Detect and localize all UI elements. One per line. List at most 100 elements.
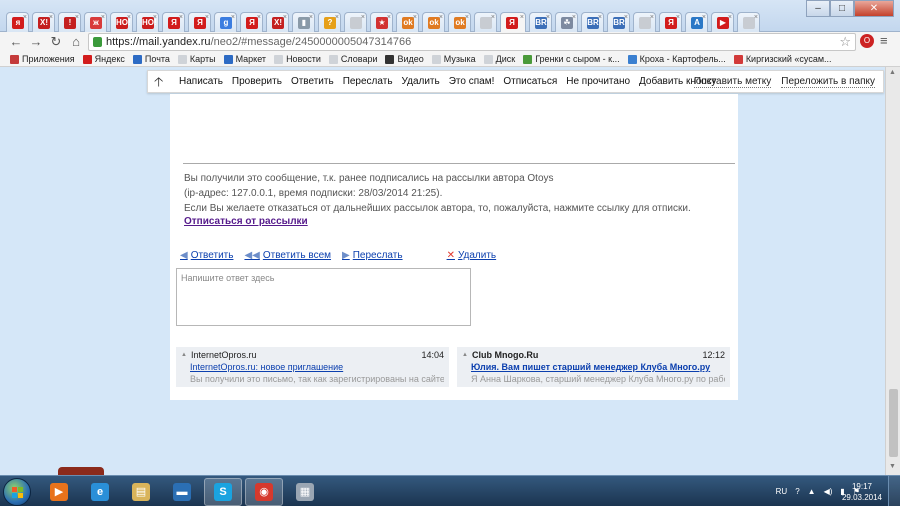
unsubscribe-link[interactable]: Отписаться от рассылки — [184, 216, 308, 227]
toolbar-dropdown-button[interactable]: Переложить в папку — [781, 76, 875, 88]
tab-close-icon[interactable]: × — [413, 14, 417, 21]
tab-close-icon[interactable]: × — [491, 14, 495, 21]
minimize-icon[interactable]: – — [806, 0, 830, 17]
bookmark-star-icon[interactable]: ☆ — [839, 34, 851, 50]
forward-icon[interactable]: → — [28, 34, 44, 50]
bookmark-item[interactable]: Словари — [328, 54, 377, 64]
browser-tab[interactable]: BR × — [529, 12, 552, 32]
tab-close-icon[interactable]: × — [153, 14, 157, 21]
tab-close-icon[interactable]: × — [335, 14, 339, 21]
browser-tab[interactable]: HO! × — [110, 12, 133, 32]
bookmark-item[interactable]: Яндекс — [82, 54, 125, 64]
reply-all-button[interactable]: ◀◀ Ответить всем — [244, 250, 331, 261]
close-icon[interactable]: ✕ — [854, 0, 894, 17]
scroll-up-icon[interactable]: ▲ — [889, 69, 896, 76]
tab-close-icon[interactable]: × — [387, 14, 391, 21]
browser-tab[interactable]: ? × — [318, 12, 341, 32]
tab-close-icon[interactable]: × — [702, 14, 706, 21]
toolbar-action-button[interactable]: Написать — [179, 76, 223, 87]
tab-close-icon[interactable]: × — [283, 14, 287, 21]
tab-close-icon[interactable]: × — [49, 14, 53, 21]
tab-close-icon[interactable]: × — [257, 14, 261, 21]
tab-close-icon[interactable]: × — [676, 14, 680, 21]
tab-close-icon[interactable]: × — [728, 14, 732, 21]
browser-tab[interactable]: ж × — [84, 12, 107, 32]
toolbar-action-button[interactable]: Проверить — [232, 76, 282, 87]
back-icon[interactable]: ← — [8, 34, 24, 50]
maximize-icon[interactable]: □ — [830, 0, 854, 17]
tab-close-icon[interactable]: × — [754, 14, 758, 21]
tab-close-icon[interactable]: × — [179, 14, 183, 21]
reload-icon[interactable]: ↻ — [48, 34, 64, 50]
toolbar-action-button[interactable]: Это спам! — [449, 76, 495, 87]
bookmark-item[interactable]: Кроха - Картофель... — [627, 54, 726, 64]
tab-close-icon[interactable]: × — [101, 14, 105, 21]
promo-subject[interactable]: Юлия. Вам пишет старший менеджер Клуба М… — [462, 362, 725, 372]
browser-tab[interactable]: X! × — [32, 12, 55, 32]
taskbar-app[interactable]: ◉ — [245, 478, 283, 506]
help-icon[interactable]: ? — [795, 487, 799, 496]
tab-close-icon[interactable]: × — [231, 14, 235, 21]
browser-tab[interactable]: ok × — [448, 12, 471, 32]
start-button[interactable] — [3, 478, 31, 506]
tab-close-icon[interactable]: × — [75, 14, 79, 21]
arrow-up-icon[interactable]: ▲ — [808, 487, 816, 496]
tab-close-icon[interactable]: × — [309, 14, 313, 21]
taskbar-app[interactable]: e — [81, 478, 119, 506]
home-icon[interactable]: ⌂ — [68, 34, 84, 50]
related-message[interactable]: ▲ InternetOpros.ru 14:04 InternetOpros.ru:… — [176, 347, 449, 387]
browser-tab[interactable]: ok × — [396, 12, 419, 32]
volume-icon[interactable]: ◀) — [824, 487, 833, 496]
bookmark-item[interactable]: Музыка — [431, 54, 476, 64]
tab-close-icon[interactable]: × — [127, 14, 131, 21]
browser-tab[interactable]: ! × — [58, 12, 81, 32]
browser-tab[interactable]: ▮ × — [292, 12, 315, 32]
browser-tab[interactable]: BR × — [607, 12, 630, 32]
language-indicator[interactable]: RU — [776, 487, 788, 496]
browser-tab[interactable]: ▶ × — [711, 12, 734, 32]
toolbar-action-button[interactable]: Переслать — [343, 76, 393, 87]
reply-button[interactable]: ◀ Ответить — [180, 250, 233, 261]
browser-tab[interactable]: Я × — [659, 12, 682, 32]
tab-close-icon[interactable]: × — [361, 14, 365, 21]
forward-button[interactable]: ▶ Переслать — [342, 250, 403, 261]
tab-close-icon[interactable]: × — [650, 14, 654, 21]
scroll-down-icon[interactable]: ▼ — [889, 463, 896, 470]
browser-tab[interactable]: ☘ × — [555, 12, 578, 32]
browser-tab[interactable]: × — [474, 12, 497, 32]
browser-tab[interactable]: × — [633, 12, 656, 32]
toolbar-dropdown-button[interactable]: Поставить метку — [693, 76, 772, 88]
tab-close-icon[interactable]: × — [465, 14, 469, 21]
bookmark-item[interactable]: Почта — [132, 54, 170, 64]
browser-tab[interactable]: Я × — [162, 12, 185, 32]
taskbar-app[interactable]: S — [204, 478, 242, 506]
tab-close-icon[interactable]: × — [23, 14, 27, 21]
taskbar-app[interactable]: ▬ — [163, 478, 201, 506]
browser-tab[interactable]: × — [737, 12, 760, 32]
toolbar-action-button[interactable]: Удалить — [402, 76, 440, 87]
reply-input[interactable]: Напишите ответ здесь — [176, 268, 471, 326]
browser-tab[interactable]: ★ × — [370, 12, 393, 32]
bookmark-item[interactable]: Карты — [177, 54, 216, 64]
address-bar[interactable]: https://mail.yandex.ru/neo2/#message/245… — [88, 33, 856, 51]
taskbar-app[interactable]: ▤ — [122, 478, 160, 506]
scroll-thumb[interactable] — [889, 389, 898, 457]
scrollbar[interactable]: ▲ ▼ — [885, 67, 900, 475]
browser-tab[interactable]: X! × — [266, 12, 289, 32]
bookmark-item[interactable]: Видео — [385, 54, 424, 64]
related-message[interactable]: ▲ Club Mnogo.Ru 12:12 Юлия. Вам пишет стар… — [457, 347, 730, 387]
tab-close-icon[interactable]: × — [205, 14, 209, 21]
toolbar-action-button[interactable]: Не прочитано — [566, 76, 630, 87]
tab-close-icon[interactable]: × — [624, 14, 628, 21]
extension-icon[interactable]: O — [860, 34, 874, 48]
bookmark-item[interactable]: Гренки с сыром - к... — [523, 54, 620, 64]
clock[interactable]: 19:17 29.03.2014 — [842, 481, 882, 503]
tab-close-icon[interactable]: × — [520, 14, 524, 21]
bookmark-item[interactable]: Маркет — [223, 54, 266, 64]
browser-tab[interactable]: Я × — [240, 12, 263, 32]
browser-tab[interactable]: HO! × — [136, 12, 159, 32]
show-desktop-button[interactable] — [888, 476, 900, 506]
bookmark-item[interactable]: Приложения — [10, 54, 75, 64]
arrow-up-icon[interactable]: 🡡 — [154, 73, 163, 95]
taskbar-app[interactable]: ▦ — [286, 478, 324, 506]
